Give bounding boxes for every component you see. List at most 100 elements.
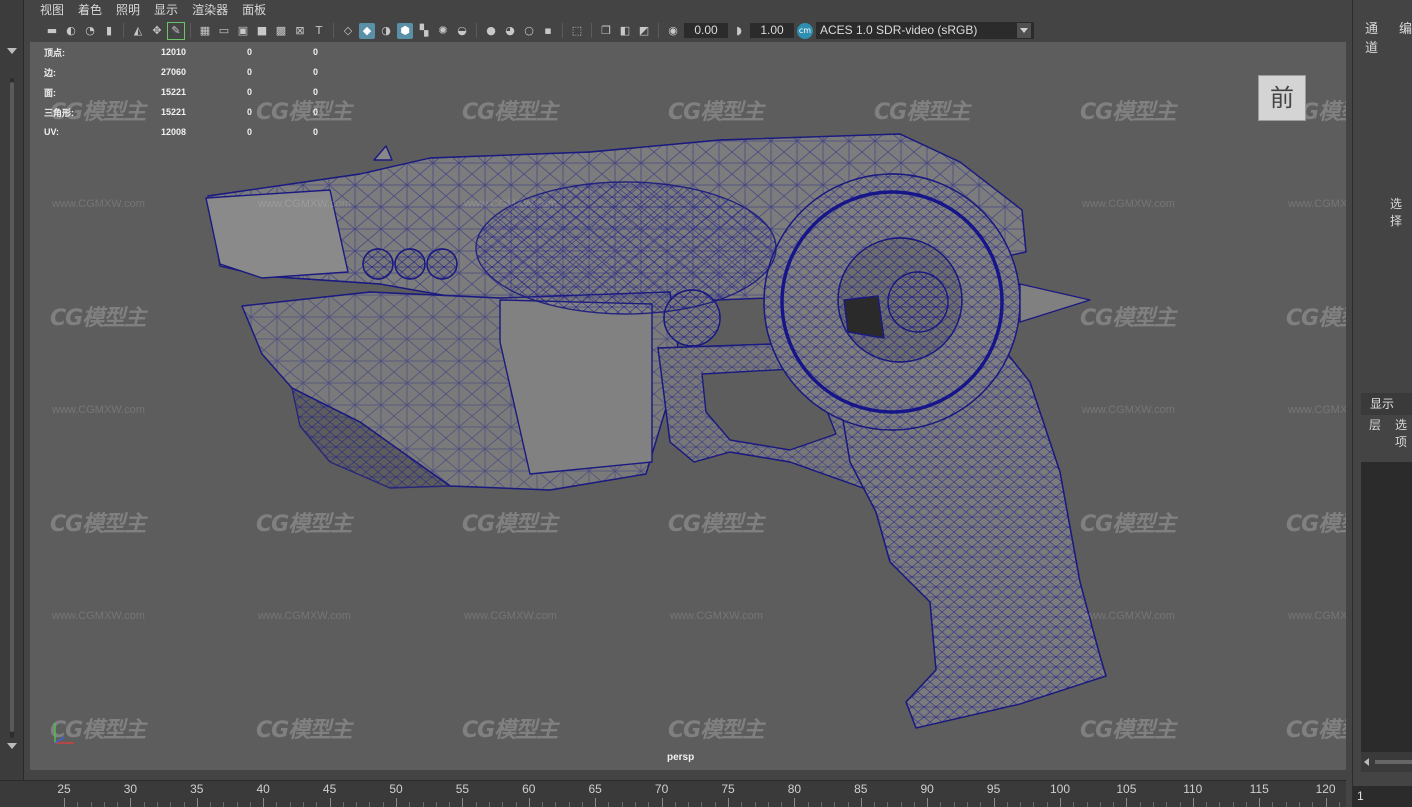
- timeline-tick: [528, 798, 530, 807]
- timeline-tick: [1219, 802, 1221, 807]
- timeline-tick: [913, 802, 915, 807]
- image-plane-icon[interactable]: ◭: [130, 23, 146, 39]
- timeline-label: 50: [389, 782, 403, 796]
- isolate-icon[interactable]: ⬚: [569, 23, 585, 39]
- timeline-tick: [900, 802, 902, 807]
- backface-icon[interactable]: ◩: [636, 23, 652, 39]
- safe-action-icon[interactable]: ⊠: [292, 23, 308, 39]
- camera-attr-icon[interactable]: ◔: [82, 23, 98, 39]
- timeline-tick: [648, 802, 650, 807]
- antialias-icon[interactable]: ○: [521, 23, 537, 39]
- menu-show[interactable]: 显示: [154, 0, 178, 20]
- field-chart-icon[interactable]: ▩: [273, 23, 289, 39]
- paint-icon[interactable]: ✎: [167, 21, 185, 40]
- grid-icon[interactable]: ▦: [197, 23, 213, 39]
- timeline-label: 60: [522, 782, 536, 796]
- watermark-logo: CG模型主: [462, 100, 558, 125]
- layer-scrollbar[interactable]: [1361, 752, 1412, 772]
- motion-blur-icon[interactable]: ◕: [502, 23, 518, 39]
- timeline-tick: [1166, 802, 1168, 807]
- timeline-tick: [820, 802, 822, 807]
- perspective-viewport[interactable]: 顶点: 12010 0 0 边: 27060 0 0 面: 15221 0 0 …: [30, 42, 1346, 770]
- camera-lock-icon[interactable]: ◐: [63, 23, 79, 39]
- screen-space-ao-icon[interactable]: ●: [483, 23, 499, 39]
- safe-title-icon[interactable]: T: [311, 23, 327, 39]
- timeline-tick: [927, 798, 929, 807]
- timeline-tick: [701, 802, 703, 807]
- timeline-tick: [953, 802, 955, 807]
- exposure-field[interactable]: 0.00: [684, 23, 728, 38]
- timeline-tick: [90, 802, 92, 807]
- timeline-tick: [342, 802, 344, 807]
- tab-channels[interactable]: 通道: [1365, 18, 1383, 56]
- menu-options[interactable]: 选项: [1395, 416, 1412, 450]
- scrollbar-thumb[interactable]: [10, 82, 14, 732]
- menu-renderer[interactable]: 渲染器: [192, 0, 228, 20]
- timeline-tick: [1086, 802, 1088, 807]
- menu-shading[interactable]: 着色: [78, 0, 102, 20]
- view-cube[interactable]: 前: [1258, 75, 1306, 121]
- timeline-label: 105: [1116, 782, 1137, 796]
- current-frame-field[interactable]: 1: [1353, 786, 1412, 807]
- menu-layers[interactable]: 层: [1369, 416, 1381, 450]
- timeline-tick: [1033, 802, 1035, 807]
- timeline-tick: [555, 802, 557, 807]
- watermark-url: www.CGMXW.com: [52, 610, 145, 622]
- timeline-tick: [887, 802, 889, 807]
- scroll-down-arrow-icon[interactable]: [7, 743, 17, 749]
- timeline-tick: [488, 802, 490, 807]
- smooth-shade-icon[interactable]: ◆: [359, 22, 375, 39]
- resolution-gate-icon[interactable]: ▣: [235, 23, 251, 39]
- layer-list[interactable]: [1361, 462, 1412, 752]
- timeline-tick: [834, 802, 836, 807]
- tab-display-layers[interactable]: 显示: [1361, 393, 1412, 415]
- timeline-tick: [303, 802, 305, 807]
- timeline-tick: [1139, 802, 1141, 807]
- toolbar-divider: [190, 23, 191, 38]
- film-gate-icon[interactable]: ▭: [216, 23, 232, 39]
- textured-icon[interactable]: ▚: [416, 23, 432, 39]
- timeline-tick: [847, 802, 849, 807]
- wireframe-icon[interactable]: ◇: [340, 23, 356, 39]
- shadows-icon[interactable]: ◒: [454, 23, 470, 39]
- color-management-icon[interactable]: cm: [797, 22, 813, 39]
- gamma-icon[interactable]: ◗: [731, 23, 747, 39]
- view-transform-dropdown[interactable]: ACES 1.0 SDR-video (sRGB): [816, 22, 1034, 39]
- watermark-logo: CG模型主: [50, 512, 146, 537]
- bookmark-icon[interactable]: ▮: [101, 23, 117, 39]
- exposure-icon[interactable]: ◉: [665, 23, 681, 39]
- collapse-arrow-icon[interactable]: [7, 48, 17, 54]
- xray-joints-icon[interactable]: ◧: [617, 23, 633, 39]
- timeline-tick: [316, 802, 318, 807]
- camera-icon[interactable]: ▬: [44, 23, 60, 39]
- timeline-label: 45: [322, 782, 337, 796]
- lights-icon[interactable]: ✺: [435, 23, 451, 39]
- timeline-tick: [1126, 798, 1128, 807]
- chevron-down-icon[interactable]: [1017, 23, 1031, 38]
- timeline-tick: [435, 802, 437, 807]
- watermark-url: www.CGMXW.com: [52, 404, 145, 416]
- time-slider[interactable]: 25 30 35 40 45 50 55 60 65 70 75 80 85 90 95 100 105 110 1…: [0, 780, 1346, 807]
- timeline-label: 120: [1315, 782, 1336, 796]
- gate-mask-icon[interactable]: ■: [254, 23, 270, 39]
- wireframe-on-shaded-icon[interactable]: ⬢: [397, 22, 413, 39]
- watermark-url: www.CGMXW.com: [258, 198, 351, 210]
- watermark-logo: CG模型主: [50, 306, 146, 331]
- watermark-logo: CG模型主: [668, 718, 764, 743]
- timeline-tick: [781, 802, 783, 807]
- default-material-icon[interactable]: ◑: [378, 23, 394, 39]
- menu-lighting[interactable]: 照明: [116, 0, 140, 20]
- timeline-tick: [741, 802, 743, 807]
- menu-view[interactable]: 视图: [40, 0, 64, 20]
- watermark-logo: CG模型主: [50, 100, 146, 125]
- tab-edit[interactable]: 编: [1399, 18, 1412, 56]
- timeline-label: 70: [654, 782, 669, 796]
- timeline-tick: [1285, 802, 1287, 807]
- watermark-logo: CG模型主: [874, 100, 970, 125]
- gamma-field[interactable]: 1.00: [750, 23, 794, 38]
- select-label[interactable]: 选择: [1390, 195, 1412, 229]
- menu-panels[interactable]: 面板: [242, 0, 266, 20]
- move-pivot-icon[interactable]: ✥: [149, 23, 165, 39]
- depth-of-field-icon[interactable]: ▪: [540, 23, 556, 39]
- xray-icon[interactable]: ❐: [598, 23, 614, 39]
